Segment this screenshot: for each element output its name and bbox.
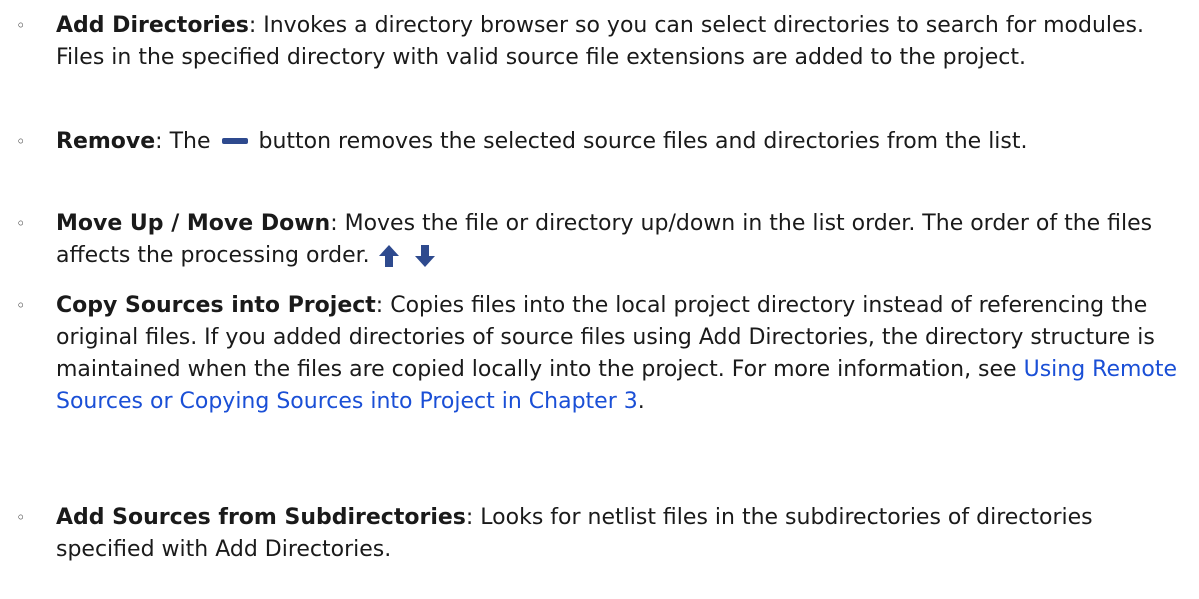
- bullet: ◦: [16, 214, 26, 233]
- list-item-remove: ◦ Remove: The button removes the selecte…: [16, 126, 1196, 158]
- term-label: Add Directories: [56, 13, 249, 38]
- separator: :: [330, 211, 345, 236]
- minus-bar-icon: [221, 138, 248, 144]
- description-end: .: [637, 389, 645, 414]
- item-text: Copy Sources into Project: Copies files …: [56, 290, 1196, 418]
- bullet: ◦: [16, 296, 26, 315]
- term-label: Move Up / Move Down: [56, 211, 331, 236]
- list-item-add-sources-subdirs: ◦ Add Sources from Subdirectories: Looks…: [16, 502, 1196, 566]
- list-item-add-directories: ◦ Add Directories: Invokes a directory b…: [16, 10, 1196, 74]
- separator: :: [248, 13, 264, 38]
- separator: :: [155, 129, 170, 154]
- item-text: Move Up / Move Down: Moves the file or d…: [56, 208, 1196, 272]
- down-arrow-icon: [414, 245, 435, 267]
- description-before: The: [169, 129, 218, 154]
- bullet: ◦: [16, 132, 26, 151]
- separator: :: [375, 293, 391, 318]
- term-label: Add Sources from Subdirectories: [56, 505, 466, 530]
- description-after: button removes the selected source files…: [251, 129, 1028, 154]
- list-item-move-up-down: ◦ Move Up / Move Down: Moves the file or…: [16, 208, 1196, 272]
- item-text: Add Sources from Subdirectories: Looks f…: [56, 502, 1196, 566]
- document-page: ◦ Add Directories: Invokes a directory b…: [0, 0, 1199, 599]
- bullet: ◦: [16, 508, 26, 527]
- arrow-icons: [378, 243, 436, 268]
- up-arrow-icon: [378, 245, 399, 267]
- bullet: ◦: [16, 16, 26, 35]
- list-item-copy-sources: ◦ Copy Sources into Project: Copies file…: [16, 290, 1196, 418]
- separator: :: [465, 505, 481, 530]
- term-label: Copy Sources into Project: [56, 293, 376, 318]
- item-text: Add Directories: Invokes a directory bro…: [56, 10, 1196, 74]
- item-text: Remove: The button removes the selected …: [56, 126, 1196, 158]
- term-label: Remove: [56, 129, 156, 154]
